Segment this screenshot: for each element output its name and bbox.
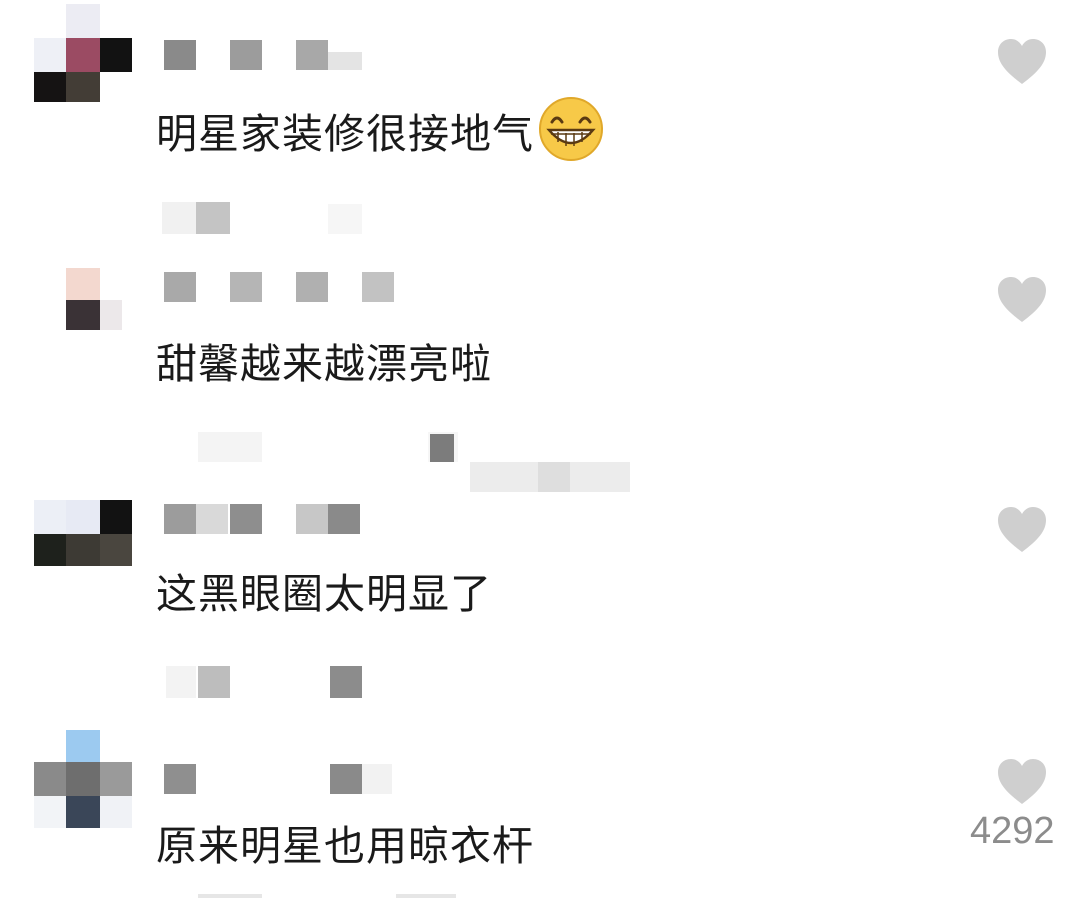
grinning-face-emoji	[539, 97, 603, 161]
comment-item: 甜馨越来越漂亮啦	[0, 240, 1080, 492]
comment-item: 明星家装修很接地气	[0, 0, 1080, 240]
comment-meta-mosaic	[162, 426, 642, 492]
comment-text: 原来明星也用晾衣杆	[156, 822, 534, 870]
comment-text: 明星家装修很接地气	[156, 96, 606, 162]
heart-icon	[998, 507, 1046, 552]
comment-meta-mosaic	[162, 662, 642, 698]
avatar[interactable]	[34, 4, 132, 102]
avatar[interactable]	[34, 500, 132, 570]
like-button[interactable]: 4292	[970, 758, 1055, 852]
heart-icon	[998, 39, 1046, 84]
avatar[interactable]	[34, 268, 132, 338]
username-mosaic[interactable]	[162, 36, 382, 70]
comment-item: 原来明星也用晾衣杆 4292	[0, 722, 1080, 898]
comment-text: 甜馨越来越漂亮啦	[156, 340, 492, 388]
comment-meta-mosaic	[162, 200, 642, 234]
comment-text: 这黑眼圈太明显了	[156, 570, 492, 618]
username-mosaic[interactable]	[162, 268, 394, 302]
username-mosaic[interactable]	[162, 760, 392, 794]
like-button[interactable]	[994, 276, 1050, 324]
username-mosaic[interactable]	[162, 500, 382, 534]
like-count: 4292	[970, 810, 1055, 852]
heart-icon	[998, 759, 1046, 804]
like-button[interactable]	[994, 506, 1050, 554]
comment-meta-mosaic	[162, 890, 642, 924]
avatar[interactable]	[34, 730, 132, 828]
heart-icon	[998, 277, 1046, 322]
like-button[interactable]	[994, 38, 1050, 86]
comment-item: 这黑眼圈太明显了	[0, 490, 1080, 722]
